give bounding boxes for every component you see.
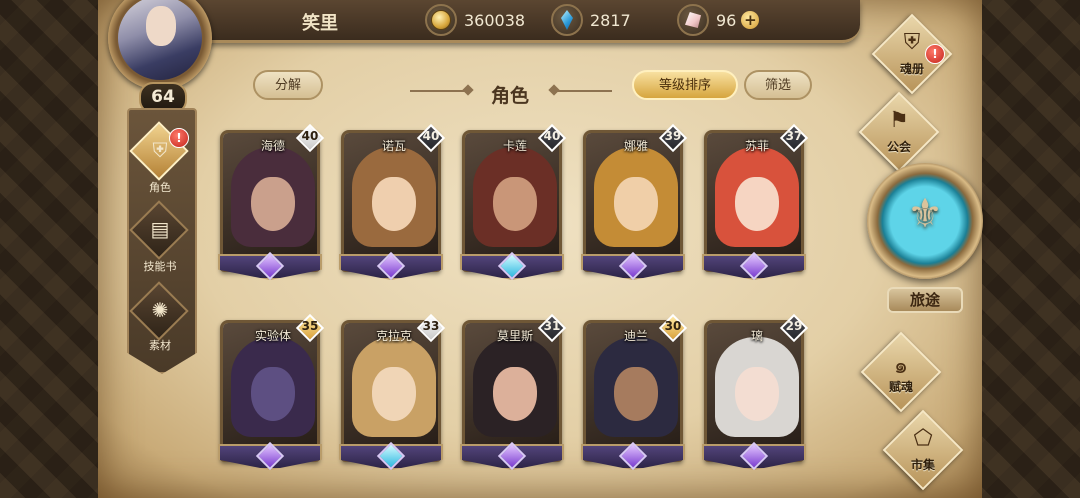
character-card[interactable]: 璃 29	[702, 313, 809, 472]
character-card[interactable]: 莫里斯 31	[460, 313, 567, 472]
character-level: 30	[664, 319, 682, 333]
nav-item-label: 角色	[149, 181, 171, 194]
soul-book-button[interactable]: ⛨ 魂册 !	[857, 13, 967, 95]
gem-value: 2817	[590, 10, 631, 30]
level-badge: 31	[537, 313, 567, 343]
book-icon: ▤	[150, 217, 170, 241]
helmet-icon: ⛨	[903, 30, 921, 55]
character-card[interactable]: 娜雅 39	[581, 123, 688, 282]
character-card[interactable]: 海德 40	[218, 123, 325, 282]
add-crystal-button[interactable]: +	[741, 11, 760, 29]
gold-resource: 360038	[425, 4, 526, 36]
gem-resource: 2817	[551, 4, 631, 36]
character-card[interactable]: 卡莲 40	[460, 123, 567, 282]
player-name: 笑里	[302, 13, 338, 34]
level-badge: 37	[779, 123, 809, 153]
page-title: 角色	[490, 85, 529, 107]
character-card[interactable]: 苏菲 37	[702, 123, 809, 282]
level-badge: 40	[295, 123, 325, 153]
crystal-value: 96	[716, 10, 737, 30]
filter-button[interactable]: 筛选	[744, 70, 812, 100]
journey-label: 旅途	[887, 287, 963, 313]
character-level: 40	[301, 129, 319, 143]
character-level: 40	[543, 129, 561, 143]
character-card[interactable]: 诺瓦 40	[339, 123, 446, 282]
level-badge: 33	[416, 313, 446, 343]
level-badge: 30	[658, 313, 688, 343]
guild-button[interactable]: ⚑ 公会	[844, 91, 954, 173]
player-avatar[interactable]: 64	[104, 0, 216, 114]
talent-soul-button[interactable]: ๑ 赋魂	[846, 331, 956, 413]
soul-book-alert-badge: !	[925, 44, 945, 64]
decompose-button[interactable]: 分解	[253, 70, 323, 100]
guild-icon: ⚑	[889, 108, 909, 133]
title-ornament-right	[552, 90, 612, 92]
pink-crystal-icon	[677, 4, 709, 36]
character-level: 29	[785, 319, 803, 333]
character-level: 39	[664, 129, 682, 143]
journey-button[interactable]: ⚜ 旅途	[863, 163, 983, 323]
market-button[interactable]: ⬠ 市集	[868, 409, 978, 491]
nav-item-skillbook[interactable]: ▤ 技能书	[127, 200, 193, 283]
nav-alert-badge: !	[169, 128, 189, 148]
character-card[interactable]: 克拉克 33	[339, 313, 446, 472]
avatar	[118, 0, 202, 80]
level-badge: 35	[295, 313, 325, 343]
guild-label: 公会	[886, 140, 911, 154]
material-icon: ✺	[151, 298, 169, 322]
pentagon-gem-icon: ⬠	[913, 426, 933, 451]
level-badge: 29	[779, 313, 809, 343]
soul-book-label: 魂册	[899, 62, 924, 76]
character-level: 35	[301, 319, 319, 333]
nav-item-material[interactable]: ✺ 素材	[127, 281, 193, 364]
character-level: 31	[543, 319, 561, 333]
crystal-resource: 96 +	[677, 4, 760, 36]
level-badge: 39	[658, 123, 688, 153]
character-level: 40	[422, 129, 440, 143]
talent-soul-label: 赋魂	[888, 380, 913, 394]
journey-emblem-icon: ⚜	[907, 191, 943, 237]
gold-value: 360038	[464, 10, 526, 30]
gold-coin-icon	[425, 4, 457, 36]
blue-gem-icon	[551, 4, 583, 36]
character-level: 33	[422, 319, 440, 333]
nav-item-label: 技能书	[143, 260, 177, 273]
sort-by-level-button[interactable]: 等级排序	[632, 70, 738, 100]
nav-item-character[interactable]: ⛨ 角色 !	[127, 121, 193, 202]
level-badge: 40	[416, 123, 446, 153]
character-level: 37	[785, 129, 803, 143]
level-badge: 40	[537, 123, 567, 153]
character-card[interactable]: 实验体 35	[218, 313, 325, 472]
nav-item-label: 素材	[149, 339, 171, 352]
character-card[interactable]: 迪兰 30	[581, 313, 688, 472]
market-label: 市集	[910, 458, 935, 472]
